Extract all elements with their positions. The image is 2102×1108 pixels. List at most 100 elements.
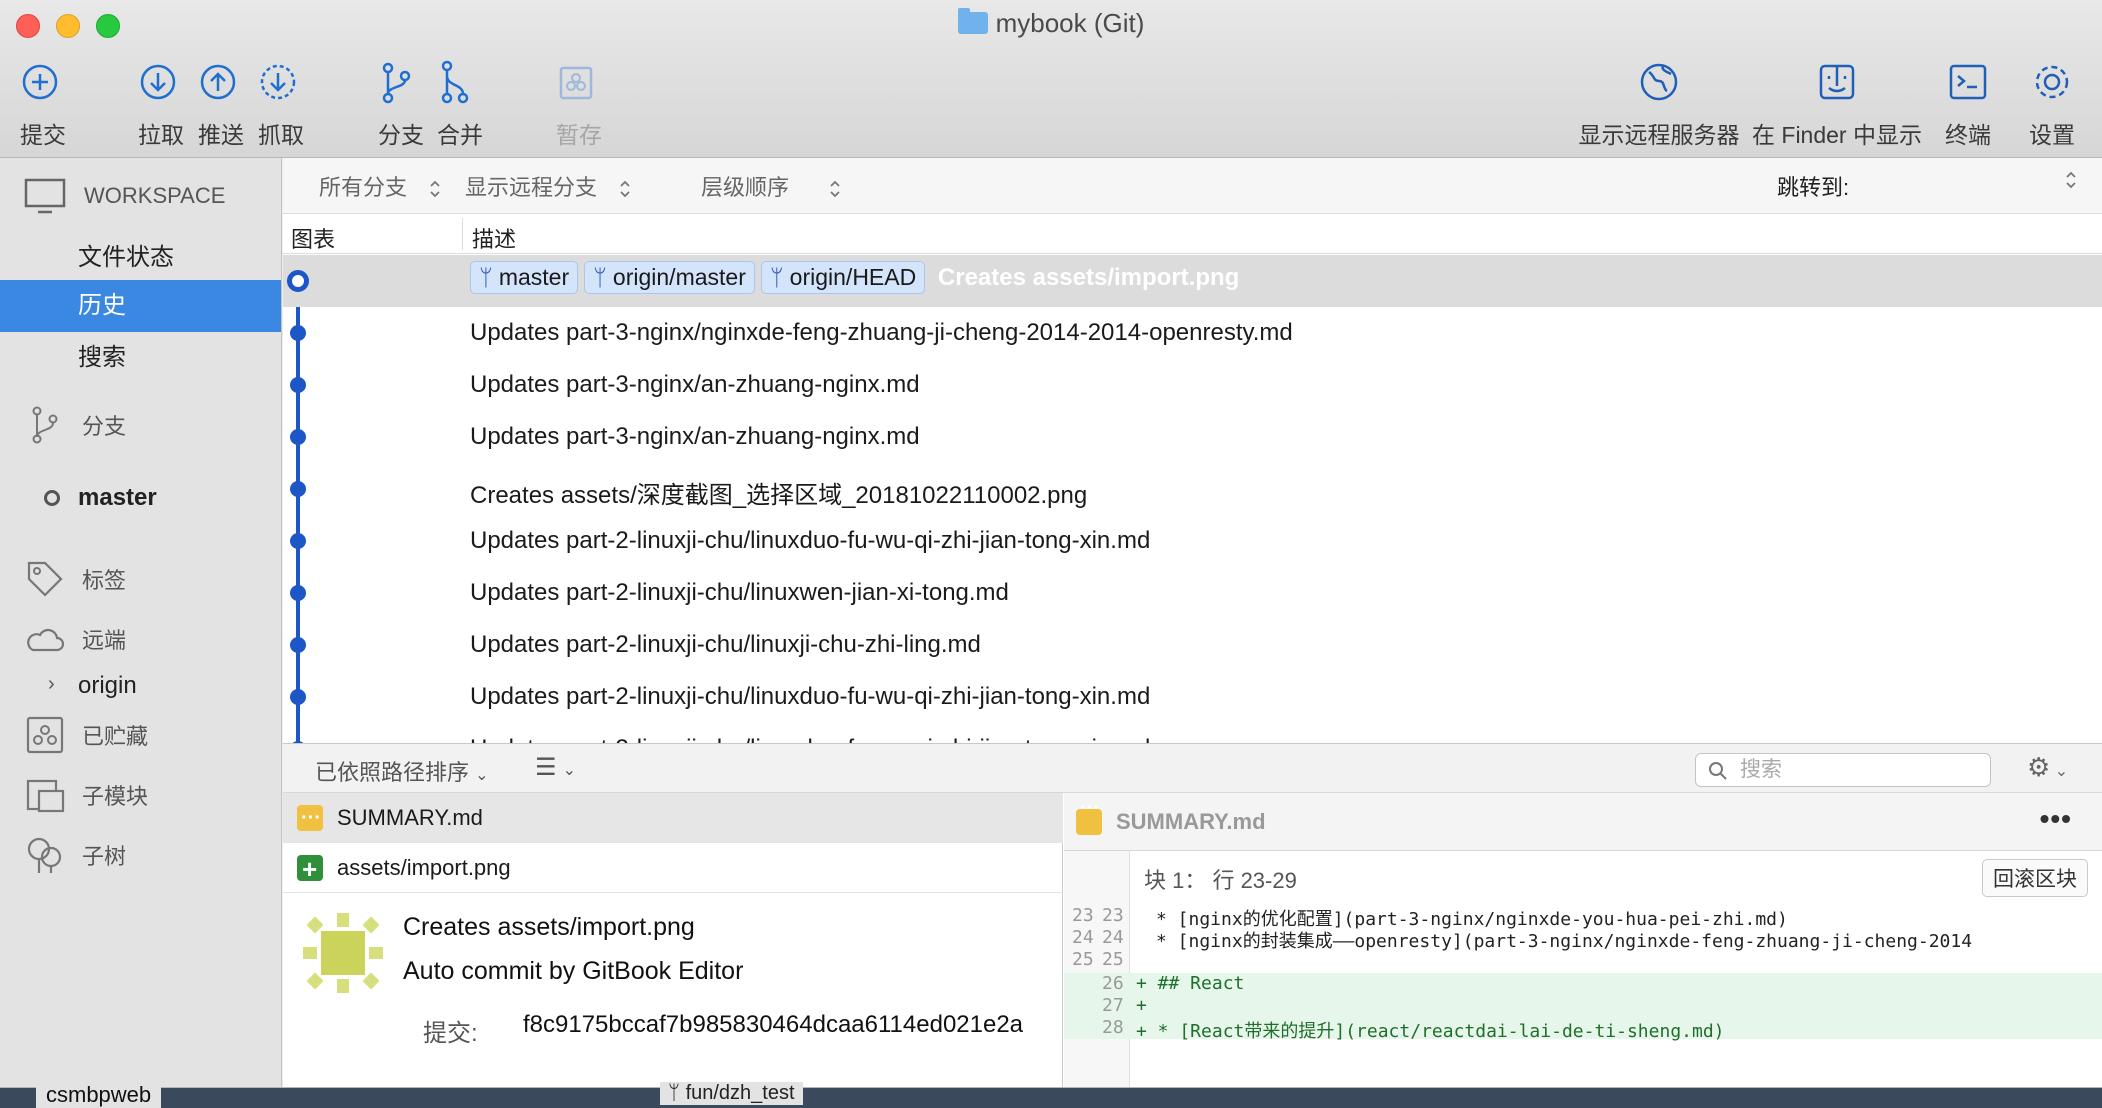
window-title-text: mybook (Git) bbox=[995, 8, 1145, 38]
workspace-header: WORKSPACE bbox=[24, 178, 225, 214]
file-name: assets/import.png bbox=[337, 855, 511, 880]
commit-row[interactable]: Updates part-2-linuxji-chu/linuxduo-fu-w… bbox=[283, 723, 2102, 743]
commit-button[interactable]: 提交 bbox=[20, 58, 66, 150]
view-mode-menu[interactable]: ☰ ⌄ bbox=[535, 753, 576, 782]
branch-icon bbox=[32, 406, 58, 444]
ref-badge-origin-master[interactable]: ᛘ origin/master bbox=[584, 261, 755, 294]
arrow-up-circle-icon bbox=[200, 64, 236, 100]
remotes-section[interactable]: 远端 bbox=[24, 618, 126, 660]
show-in-finder-label: 在 Finder 中显示 bbox=[1752, 122, 1922, 148]
commit-label: 提交 bbox=[20, 122, 66, 148]
commit-dot bbox=[290, 689, 306, 705]
up-down-chevron-icon bbox=[430, 180, 440, 198]
commit-message: Updates part-2-linuxji-chu/linuxwen-jian… bbox=[470, 579, 1009, 606]
avatar bbox=[303, 913, 383, 993]
commit-hash-label: 提交: bbox=[423, 1020, 478, 1047]
order-label: 层级顺序 bbox=[701, 175, 790, 200]
history-label: 历史 bbox=[78, 292, 126, 319]
column-divider[interactable] bbox=[462, 218, 463, 250]
folder-icon bbox=[957, 8, 988, 34]
hunk-title: 块 1： 行 23-29 bbox=[1144, 868, 1297, 893]
jump-to-label: 跳转到: bbox=[1777, 175, 1850, 200]
more-options-icon[interactable]: ••• bbox=[2040, 803, 2072, 835]
stash-button[interactable]: 暂存 bbox=[556, 58, 602, 150]
commit-row[interactable]: Updates part-2-linuxji-chu/linuxduo-fu-w… bbox=[283, 671, 2102, 723]
remote-branch-filter-select[interactable]: 显示远程分支 bbox=[465, 170, 631, 202]
commit-row[interactable]: Updates part-3-nginx/nginxde-feng-zhuang… bbox=[283, 307, 2102, 359]
plus-circle-icon bbox=[22, 64, 58, 100]
commit-row[interactable]: Updates part-2-linuxji-chu/linuxwen-jian… bbox=[283, 567, 2102, 619]
file-row[interactable]: SUMMARY.md bbox=[283, 793, 1063, 843]
branch-master-label: master bbox=[78, 484, 157, 511]
pull-button[interactable]: 拉取 bbox=[138, 58, 184, 150]
description-column-header[interactable]: 描述 bbox=[472, 222, 516, 254]
settings-button[interactable]: 设置 bbox=[2028, 58, 2076, 150]
pull-label: 拉取 bbox=[138, 122, 184, 148]
file-search-input[interactable]: 搜索 bbox=[1695, 753, 1991, 787]
file-row[interactable]: assets/import.png bbox=[283, 843, 1063, 894]
ref-badge-master[interactable]: ᛘ master bbox=[470, 261, 579, 294]
gear-menu[interactable]: ⚙ ⌄ bbox=[2027, 752, 2068, 783]
show-remote-button[interactable]: 显示远程服务器 bbox=[1578, 58, 1740, 150]
commit-dot bbox=[290, 377, 306, 393]
commit-row[interactable]: ᛘ master ᛘ origin/master ᛘ origin/HEAD Create… bbox=[283, 255, 2102, 307]
fetch-button[interactable]: 抓取 bbox=[258, 58, 304, 150]
diff-line: 23 23 * [nginx的优化配置](part-3-nginx/nginxde-… bbox=[1064, 905, 2102, 930]
sidebar-item-search[interactable]: 搜索 bbox=[0, 332, 281, 384]
new-line-number: 28 bbox=[1102, 1017, 1124, 1038]
sidebar-item-branch-master[interactable]: master bbox=[0, 472, 281, 524]
branch-button[interactable]: 分支 bbox=[378, 58, 424, 150]
line-code: + bbox=[1136, 995, 1147, 1016]
commit-row[interactable]: Updates part-3-nginx/an-zhuang-nginx.md bbox=[283, 359, 2102, 411]
diff-header: SUMMARY.md ••• bbox=[1064, 793, 2102, 851]
tags-section[interactable]: 标签 bbox=[24, 558, 126, 600]
order-select[interactable]: 层级顺序 bbox=[701, 170, 841, 202]
search-label: 搜索 bbox=[78, 344, 126, 371]
chevron-right-icon[interactable]: › bbox=[48, 658, 55, 710]
submodules-section[interactable]: 子模块 bbox=[24, 774, 148, 816]
finder-icon bbox=[1819, 64, 1855, 100]
new-line-number: 24 bbox=[1102, 927, 1124, 948]
commit-row[interactable]: Updates part-3-nginx/an-zhuang-nginx.md bbox=[283, 411, 2102, 463]
commit-dot bbox=[290, 585, 306, 601]
background-label: csmbpweb bbox=[36, 1082, 162, 1108]
commit-dot bbox=[290, 533, 306, 549]
revert-hunk-button[interactable]: 回滚区块 bbox=[1982, 859, 2088, 897]
show-in-finder-button[interactable]: 在 Finder 中显示 bbox=[1752, 58, 1922, 150]
branch-filter-select[interactable]: 所有分支 bbox=[319, 170, 441, 202]
sort-menu[interactable]: 已依照路径排序 ⌄ bbox=[315, 755, 489, 787]
remotes-label: 远端 bbox=[82, 628, 127, 653]
sort-label: 已依照路径排序 bbox=[315, 760, 470, 785]
commit-dot bbox=[290, 325, 306, 341]
commit-row[interactable]: Updates part-2-linuxji-chu/linuxji-chu-z… bbox=[283, 619, 2102, 671]
stashes-section[interactable]: 已贮藏 bbox=[24, 714, 148, 756]
branch-label: 分支 bbox=[378, 122, 424, 148]
file-status-label: 文件状态 bbox=[78, 244, 174, 271]
diff-line-added: 28 + * [React带来的提升](react/reactdai-lai-de… bbox=[1064, 1017, 2102, 1042]
sidebar: WORKSPACE 文件状态 历史 搜索 分支 master 标签 远端 › o… bbox=[0, 158, 282, 1087]
sidebar-item-remote-origin[interactable]: › origin bbox=[0, 660, 281, 712]
graph-column-header[interactable]: 图表 bbox=[291, 222, 335, 254]
file-name: SUMMARY.md bbox=[337, 805, 483, 830]
jump-to-select[interactable] bbox=[2065, 170, 2077, 196]
diff-line-added: 27 + bbox=[1064, 995, 2102, 1017]
sidebar-item-file-status[interactable]: 文件状态 bbox=[0, 232, 281, 284]
subtrees-section[interactable]: 子树 bbox=[24, 834, 126, 876]
push-button[interactable]: 推送 bbox=[198, 58, 244, 150]
line-code: + ## React bbox=[1136, 973, 1245, 994]
ref-badge-origin-head[interactable]: ᛘ origin/HEAD bbox=[760, 261, 926, 294]
commit-row[interactable]: Updates part-2-linuxji-chu/linuxduo-fu-w… bbox=[283, 515, 2102, 567]
branch-icon: ᛘ bbox=[668, 1082, 686, 1104]
commit-message: Updates part-3-nginx/an-zhuang-nginx.md bbox=[470, 371, 920, 398]
app-window: mybook (Git) 提交 拉取 推送 抓取 分支 合并 暂存 显示远程服务… bbox=[0, 0, 2102, 1088]
branches-section[interactable]: 分支 bbox=[24, 404, 126, 446]
arrow-down-circle-icon bbox=[140, 64, 176, 100]
merge-button[interactable]: 合并 bbox=[437, 58, 483, 150]
filter-bar: 所有分支 显示远程分支 层级顺序 跳转到: bbox=[283, 158, 2102, 214]
new-line-number: 25 bbox=[1102, 949, 1124, 970]
chevron-down-icon: ⌄ bbox=[562, 762, 577, 779]
sidebar-item-history[interactable]: 历史 bbox=[0, 280, 281, 332]
terminal-button[interactable]: 终端 bbox=[1944, 58, 1992, 150]
commit-row[interactable]: Creates assets/深度截图_选择区域_20181022110002.… bbox=[283, 463, 2102, 515]
branch-filter-label: 所有分支 bbox=[319, 175, 408, 200]
